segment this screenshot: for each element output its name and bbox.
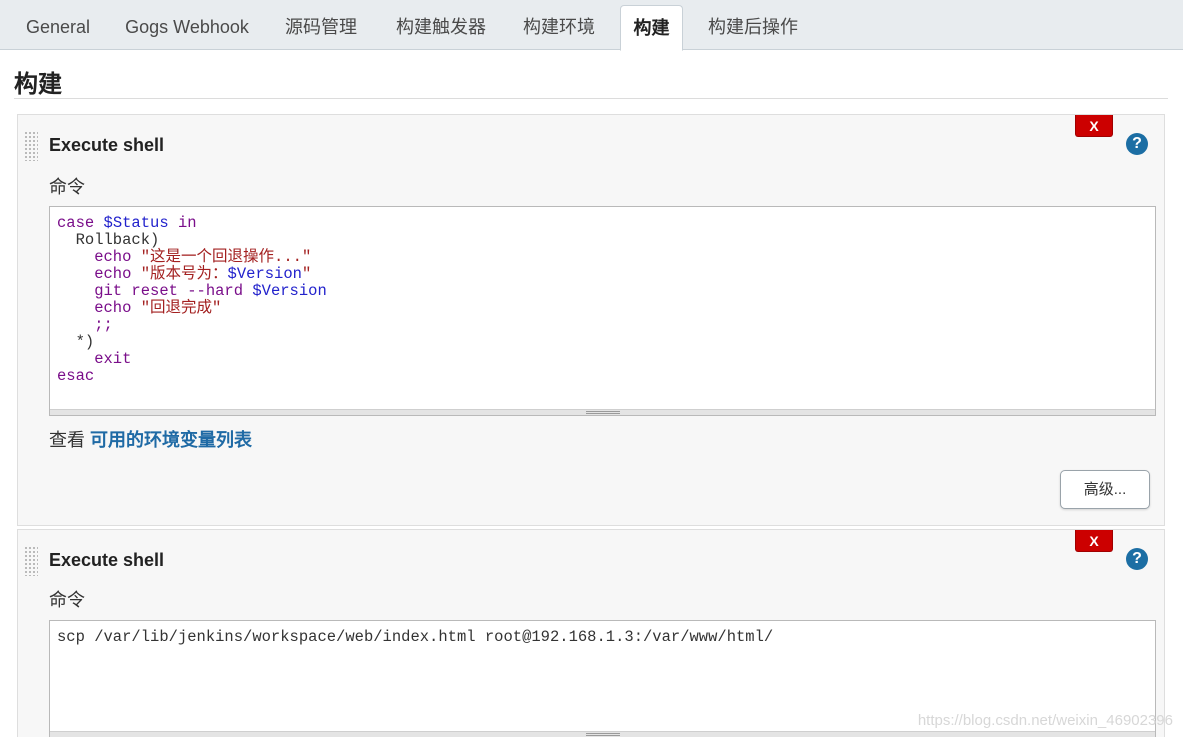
delete-step-button[interactable]: X <box>1075 530 1113 552</box>
code-line: esac <box>57 367 95 385</box>
step-title: Execute shell <box>49 135 165 155</box>
watermark: https://blog.csdn.net/weixin_46902396 <box>917 712 1173 729</box>
command-label: 命令 <box>49 177 85 197</box>
env-vars-link[interactable]: 可用的环境变量列表 <box>90 430 252 450</box>
drag-handle-icon[interactable] <box>24 546 38 576</box>
code-line: Rollback) <box>57 231 160 249</box>
env-vars-line: 查看 可用的环境变量列表 <box>49 426 252 452</box>
code-line: ;; <box>57 316 113 334</box>
build-step-execute-shell-1: Execute shell X ? 命令 case $Status in Rol… <box>17 114 1165 526</box>
code-line: *) <box>57 333 95 351</box>
command-code: case $Status in Rollback) echo "这是一个回退操作… <box>57 215 327 385</box>
tab-build-triggers[interactable]: 构建触发器 <box>383 5 499 50</box>
build-step-execute-shell-2: Execute shell X ? 命令 scp /var/lib/jenkin… <box>17 529 1165 737</box>
config-tab-bar: General Gogs Webhook 源码管理 构建触发器 构建环境 构建 … <box>0 0 1183 51</box>
code-line: echo "版本号为：$Version" <box>57 265 312 283</box>
command-textarea[interactable]: case $Status in Rollback) echo "这是一个回退操作… <box>49 206 1156 416</box>
delete-step-button[interactable]: X <box>1075 115 1113 137</box>
code-line: git reset --hard $Version <box>57 282 327 300</box>
code-line: exit <box>57 350 132 368</box>
resize-grip-icon[interactable] <box>585 733 620 736</box>
tab-general[interactable]: General <box>14 5 102 50</box>
drag-handle-icon[interactable] <box>24 131 38 161</box>
step-title: Execute shell <box>49 550 165 570</box>
section-title: 构建 <box>14 71 62 98</box>
resize-grip-icon[interactable] <box>585 411 620 414</box>
help-icon[interactable]: ? <box>1126 133 1148 155</box>
code-line: scp /var/lib/jenkins/workspace/web/index… <box>57 628 774 646</box>
tab-gogs-webhook[interactable]: Gogs Webhook <box>112 5 262 50</box>
advanced-button[interactable]: 高级... <box>1060 470 1150 509</box>
section-divider <box>14 98 1168 99</box>
tab-source-control[interactable]: 源码管理 <box>272 5 370 50</box>
tab-build-environment[interactable]: 构建环境 <box>511 5 607 50</box>
env-vars-prefix: 查看 <box>49 430 91 450</box>
textarea-resize-bar[interactable] <box>50 731 1155 737</box>
command-label: 命令 <box>49 590 85 610</box>
tab-post-build-actions[interactable]: 构建后操作 <box>697 5 809 50</box>
tab-build[interactable]: 构建 <box>620 5 683 51</box>
textarea-resize-bar[interactable] <box>50 409 1155 415</box>
code-line: case $Status in <box>57 214 197 232</box>
help-icon[interactable]: ? <box>1126 548 1148 570</box>
command-code: scp /var/lib/jenkins/workspace/web/index… <box>57 629 773 646</box>
code-line: echo "这是一个回退操作..." <box>57 248 312 266</box>
code-line: echo "回退完成" <box>57 299 222 317</box>
